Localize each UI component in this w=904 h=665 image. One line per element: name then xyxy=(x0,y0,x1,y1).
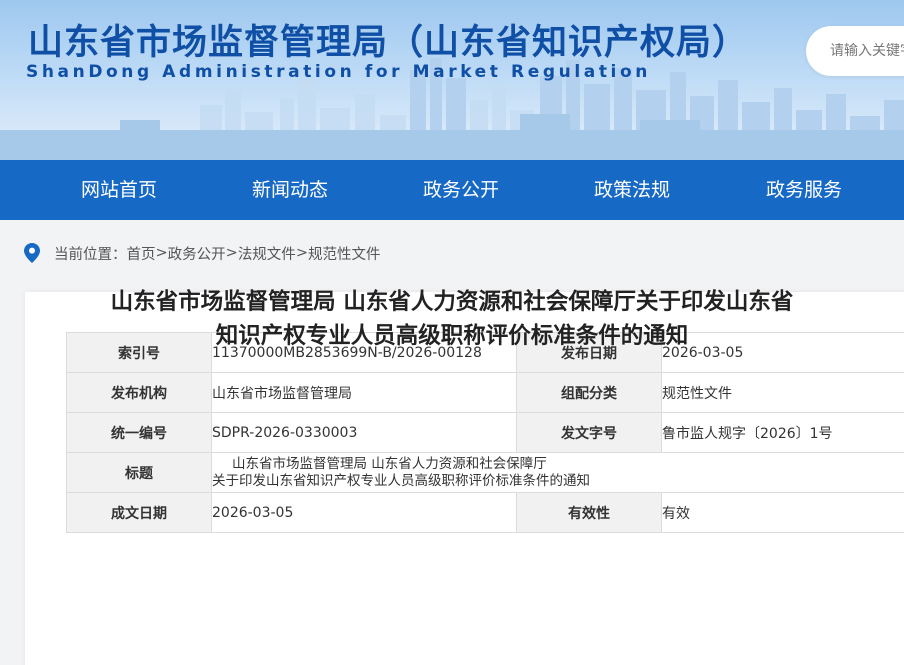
meta-label-category: 组配分类 xyxy=(516,372,662,413)
table-row: 发布机构 山东省市场监督管理局 组配分类 规范性文件 xyxy=(66,372,904,413)
document-title-line1: 山东省市场监督管理局 山东省人力资源和社会保障厅关于印发山东省 xyxy=(110,289,794,315)
header-banner: 山东省市场监督管理局（山东省知识产权局） ShanDong Administra… xyxy=(0,0,904,160)
nav-item-home[interactable]: 网站首页 xyxy=(81,160,157,220)
meta-title-line1: 山东省市场监督管理局 山东省人力资源和社会保障厅 xyxy=(232,455,547,472)
table-row: 标题 山东省市场监督管理局 山东省人力资源和社会保障厅 关于印发山东省知识产权专… xyxy=(66,452,904,493)
meta-value-publisher: 山东省市场监督管理局 xyxy=(211,372,517,413)
document-meta-table: 索引号 11370000MB2853699N-B/2026-00128 发布日期… xyxy=(66,332,904,533)
document-title: 山东省市场监督管理局 山东省人力资源和社会保障厅关于印发山东省 知识产权专业人员… xyxy=(0,285,904,353)
table-row: 统一编号 SDPR-2026-0330003 发文字号 鲁市监人规字〔2026〕… xyxy=(66,412,904,453)
meta-value-title: 山东省市场监督管理局 山东省人力资源和社会保障厅 关于印发山东省知识产权专业人员… xyxy=(211,452,904,493)
breadcrumb-normative-docs[interactable]: 规范性文件 xyxy=(308,243,381,264)
meta-value-validity: 有效 xyxy=(661,492,904,533)
nav-item-services[interactable]: 政务服务 xyxy=(766,160,842,220)
meta-label-title: 标题 xyxy=(66,452,212,493)
breadcrumb: 当前位置： 首页 > 政务公开 > 法规文件 > 规范性文件 xyxy=(24,240,380,266)
breadcrumb-prefix: 当前位置： xyxy=(54,246,127,263)
document-title-line2: 知识产权专业人员高级职称评价标准条件的通知 xyxy=(215,323,689,349)
breadcrumb-separator: > xyxy=(225,245,238,261)
nav-item-gov-affairs[interactable]: 政务公开 xyxy=(423,160,499,220)
search-input[interactable] xyxy=(830,43,904,59)
breadcrumb-separator: > xyxy=(295,245,308,261)
meta-label-doc-number: 发文字号 xyxy=(516,412,662,453)
meta-label-unified-number: 统一编号 xyxy=(66,412,212,453)
site-subtitle: ShanDong Administration for Market Regul… xyxy=(26,62,651,82)
breadcrumb-separator: > xyxy=(155,245,168,261)
meta-value-written-date: 2026-03-05 xyxy=(211,492,517,533)
search-box[interactable] xyxy=(806,26,904,76)
meta-value-category: 规范性文件 xyxy=(661,372,904,413)
meta-label-validity: 有效性 xyxy=(516,492,662,533)
site-title: 山东省市场监督管理局（山东省知识产权局） xyxy=(28,23,749,63)
meta-label-written-date: 成文日期 xyxy=(66,492,212,533)
breadcrumb-home[interactable]: 首页 xyxy=(127,243,156,264)
breadcrumb-gov-affairs[interactable]: 政务公开 xyxy=(168,243,226,264)
meta-value-unified-number: SDPR-2026-0330003 xyxy=(211,412,517,453)
table-row: 成文日期 2026-03-05 有效性 有效 xyxy=(66,492,904,533)
main-nav: 网站首页 新闻动态 政务公开 政策法规 政务服务 xyxy=(0,160,904,220)
meta-title-line2: 关于印发山东省知识产权专业人员高级职称评价标准条件的通知 xyxy=(212,472,591,489)
nav-item-news[interactable]: 新闻动态 xyxy=(252,160,328,220)
nav-item-policies[interactable]: 政策法规 xyxy=(594,160,670,220)
breadcrumb-regulations[interactable]: 法规文件 xyxy=(238,243,296,264)
meta-label-publisher: 发布机构 xyxy=(66,372,212,413)
map-pin-icon xyxy=(24,243,40,263)
meta-value-doc-number: 鲁市监人规字〔2026〕1号 xyxy=(661,412,904,453)
